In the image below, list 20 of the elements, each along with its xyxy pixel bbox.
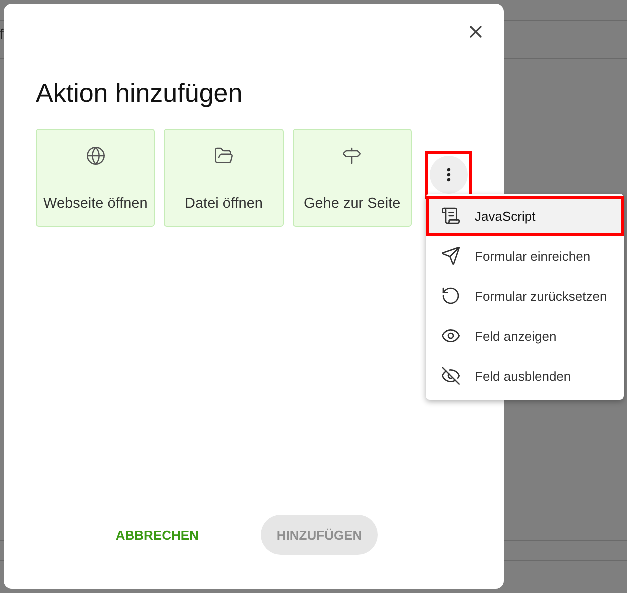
cancel-button[interactable]: ABBRECHEN — [100, 515, 215, 555]
background-text: f — [0, 26, 4, 42]
eye-off-icon — [441, 366, 461, 386]
menu-item[interactable]: JavaScript — [426, 196, 624, 236]
action-card[interactable]: Datei öffnen — [164, 129, 284, 227]
menu-item[interactable]: Formular einreichen — [426, 236, 624, 276]
signpost-icon — [342, 146, 362, 166]
more-icon — [446, 168, 450, 182]
folder-icon — [214, 146, 234, 166]
scroll-icon — [441, 206, 461, 226]
more-button[interactable] — [424, 151, 472, 199]
action-card[interactable]: Webseite öffnen — [36, 129, 156, 227]
dialog-title: Aktion hinzufügen — [36, 78, 244, 109]
menu-item[interactable]: Formular zurücksetzen — [426, 276, 624, 316]
reset-icon — [441, 286, 461, 306]
menu-item[interactable]: Feld anzeigen — [426, 316, 624, 356]
action-card[interactable]: Gehe zur Seite — [292, 129, 412, 227]
globe-icon — [86, 146, 106, 166]
menu-item[interactable]: Feld ausblenden — [426, 356, 624, 396]
send-icon — [441, 246, 461, 266]
